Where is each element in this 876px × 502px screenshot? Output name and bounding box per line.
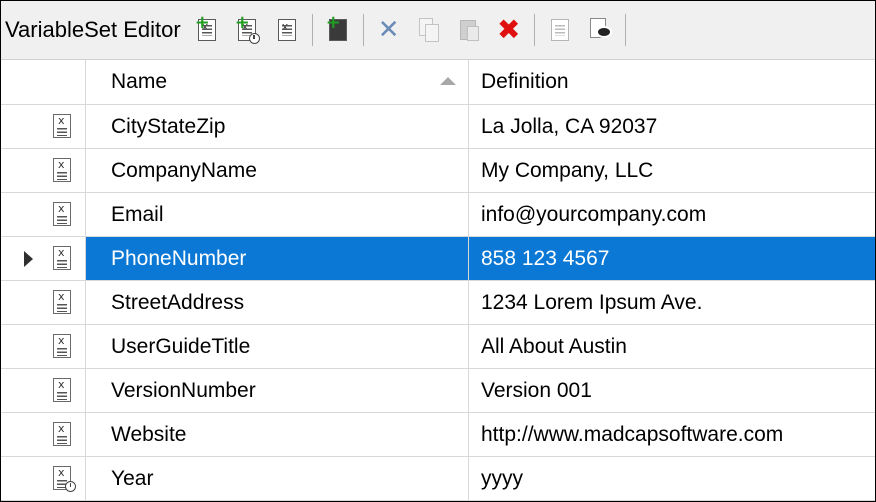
row-header: x — [1, 457, 86, 500]
column-header-name[interactable]: Name — [86, 60, 469, 104]
variables-grid: Name Definition x CityStateZip La Jolla,… — [1, 60, 875, 501]
table-row[interactable]: x StreetAddress 1234 Lorem Ipsum Ave. — [1, 281, 875, 325]
add-variable-button[interactable]: x+ — [193, 14, 221, 45]
text-variable-icon: x — [53, 114, 71, 138]
variable-definition-cell[interactable]: La Jolla, CA 92037 — [469, 105, 875, 148]
column-header-name-label: Name — [111, 70, 168, 93]
add-variable-icon: x+ — [195, 14, 216, 41]
edit-variable-icon: x — [277, 19, 296, 41]
table-row[interactable]: x VersionNumber Version 001 — [1, 369, 875, 413]
row-header: x — [1, 237, 86, 280]
row-header: x — [1, 325, 86, 368]
toolbar: VariableSet Editor x+ x+ x + ✕ ✖ — [1, 1, 875, 60]
variable-name-cell[interactable]: Year — [86, 457, 469, 500]
row-header: x — [1, 281, 86, 324]
variable-definition-cell[interactable]: Version 001 — [469, 369, 875, 412]
current-row-pointer-icon — [24, 251, 33, 267]
add-datetime-variable-button[interactable]: x+ — [233, 14, 261, 45]
cut-button[interactable]: ✕ — [375, 15, 403, 45]
table-row[interactable]: x CityStateZip La Jolla, CA 92037 — [1, 105, 875, 149]
variable-name-cell[interactable]: CompanyName — [86, 149, 469, 192]
grid-header: Name Definition — [1, 60, 875, 105]
row-header: x — [1, 105, 86, 148]
variable-name-cell[interactable]: Website — [86, 413, 469, 456]
table-row[interactable]: x UserGuideTitle All About Austin — [1, 325, 875, 369]
properties-button[interactable] — [546, 15, 574, 45]
table-row[interactable]: x Website http://www.madcapsoftware.com — [1, 413, 875, 457]
preview-icon — [588, 17, 612, 43]
toolbar-separator — [311, 14, 313, 46]
text-variable-icon: x — [53, 422, 71, 446]
variable-definition-cell[interactable]: 858 123 4567 — [469, 237, 875, 280]
variable-name-cell[interactable]: PhoneNumber — [86, 237, 469, 280]
variable-name-cell[interactable]: CityStateZip — [86, 105, 469, 148]
preview-button[interactable] — [586, 15, 614, 45]
text-variable-icon: x — [53, 378, 71, 402]
variable-definition-cell[interactable]: info@yourcompany.com — [469, 193, 875, 236]
text-variable-icon: x — [53, 290, 71, 314]
datetime-variable-icon: x — [53, 466, 76, 492]
edit-variable-button[interactable]: x — [273, 15, 301, 45]
variable-definition-cell[interactable]: 1234 Lorem Ipsum Ave. — [469, 281, 875, 324]
cut-icon: ✕ — [377, 15, 400, 45]
text-variable-icon: x — [53, 334, 71, 358]
variableset-editor-window: VariableSet Editor x+ x+ x + ✕ ✖ — [0, 0, 876, 502]
table-row[interactable]: x Year yyyy — [1, 457, 875, 501]
delete-button[interactable]: ✖ — [495, 15, 523, 45]
row-header-corner — [1, 60, 86, 104]
row-header: x — [1, 413, 86, 456]
column-header-definition-label: Definition — [481, 70, 569, 93]
toolbar-separator — [533, 14, 535, 46]
add-from-file-icon: + — [326, 14, 347, 41]
text-variable-icon: x — [53, 158, 71, 182]
variable-name-cell[interactable]: VersionNumber — [86, 369, 469, 412]
add-from-file-button[interactable]: + — [324, 14, 352, 45]
variable-definition-cell[interactable]: yyyy — [469, 457, 875, 500]
table-row-selected[interactable]: x PhoneNumber 858 123 4567 — [1, 237, 875, 281]
properties-icon — [550, 19, 569, 41]
column-header-definition[interactable]: Definition — [469, 60, 875, 104]
table-row[interactable]: x Email info@yourcompany.com — [1, 193, 875, 237]
variable-name-cell[interactable]: Email — [86, 193, 469, 236]
add-datetime-variable-icon: x+ — [235, 14, 260, 44]
text-variable-icon: x — [53, 246, 71, 270]
variable-definition-cell[interactable]: My Company, LLC — [469, 149, 875, 192]
variable-definition-cell[interactable]: http://www.madcapsoftware.com — [469, 413, 875, 456]
text-variable-icon: x — [53, 202, 71, 226]
variable-name-cell[interactable]: UserGuideTitle — [86, 325, 469, 368]
row-header: x — [1, 149, 86, 192]
delete-icon: ✖ — [496, 13, 521, 46]
row-header: x — [1, 369, 86, 412]
sort-ascending-icon — [440, 77, 456, 85]
paste-icon — [457, 17, 481, 43]
row-header: x — [1, 193, 86, 236]
paste-button[interactable] — [455, 15, 483, 45]
toolbar-separator — [362, 14, 364, 46]
copy-button[interactable] — [415, 15, 443, 45]
editor-title: VariableSet Editor — [5, 17, 181, 42]
table-row[interactable]: x CompanyName My Company, LLC — [1, 149, 875, 193]
variable-definition-cell[interactable]: All About Austin — [469, 325, 875, 368]
variable-name-cell[interactable]: StreetAddress — [86, 281, 469, 324]
toolbar-separator — [624, 14, 626, 46]
copy-icon — [417, 17, 441, 43]
